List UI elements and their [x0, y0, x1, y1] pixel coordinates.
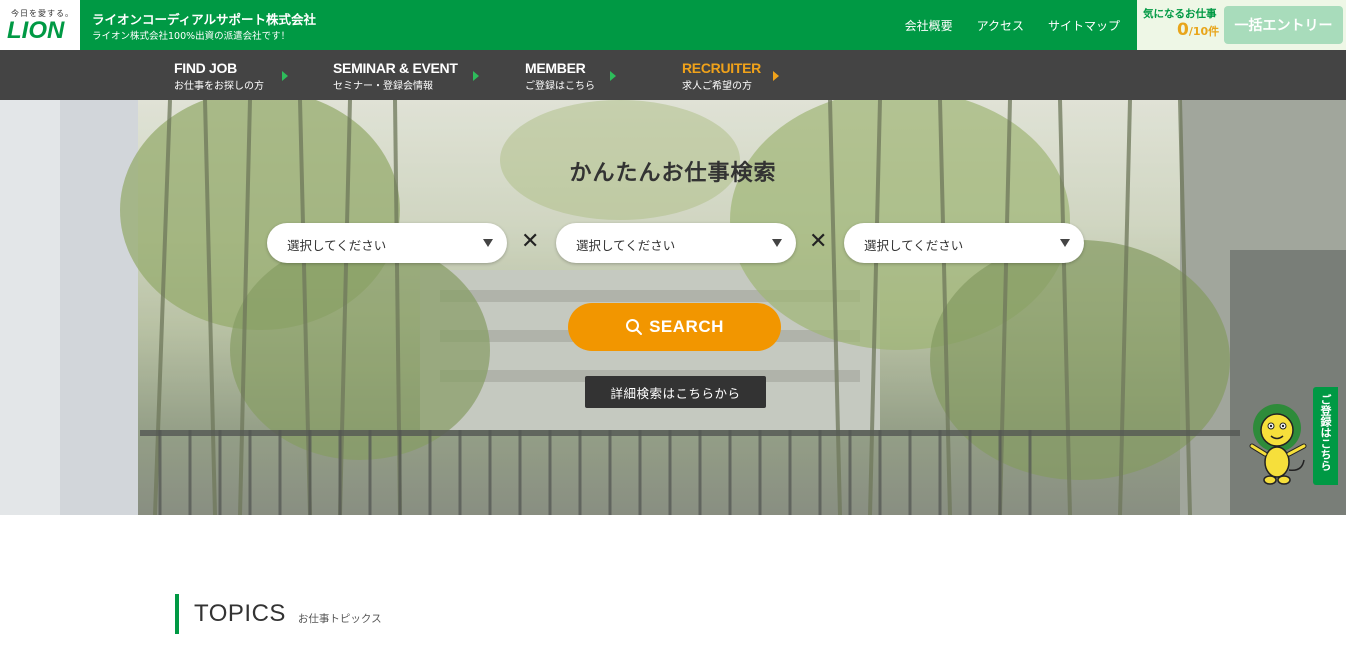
search-select-1[interactable]: 選択してください	[267, 223, 507, 263]
company-subtitle: ライオン株式会社100%出資の派遣会社です！	[92, 31, 291, 42]
nav-arrow-icon	[282, 71, 288, 81]
select-value: 選択してください	[287, 238, 387, 253]
lion-mascot-icon[interactable]	[1246, 400, 1312, 488]
topics-subtitle: お仕事トピックス	[297, 612, 382, 625]
search-button[interactable]: SEARCH	[568, 303, 781, 351]
detailed-search-button[interactable]: 詳細検索はこちらから	[585, 376, 766, 408]
select-value: 選択してください	[576, 238, 676, 253]
quick-search-title: かんたんお仕事検索	[569, 161, 777, 186]
nav-item-en: RECRUITER	[682, 60, 761, 76]
nav-item-jp: ご登録はこちら	[525, 81, 595, 92]
nav-item-en: FIND JOB	[174, 60, 237, 76]
search-select-3[interactable]: 選択してください	[844, 223, 1084, 263]
times-icon: ✕	[809, 229, 828, 254]
nav-item-find-job[interactable]: FIND JOB お仕事をお探しの方	[174, 60, 288, 92]
bulk-entry-button[interactable]: 一括エントリー	[1224, 6, 1343, 44]
favorites-count-max: /10件	[1188, 25, 1220, 38]
favorites-label[interactable]: 気になるお仕事	[1143, 6, 1217, 21]
logo-wordmark: LION	[7, 17, 65, 44]
header-links: 会社概要 アクセス サイトマップ	[905, 17, 1120, 34]
nav-arrow-icon	[773, 71, 779, 81]
search-button-label: SEARCH	[649, 317, 724, 336]
caret-down-icon	[772, 239, 782, 247]
caret-down-icon	[1060, 239, 1070, 247]
site-header: 今日を愛する。 LION ライオンコーディアルサポート株式会社 ライオン株式会社…	[0, 0, 1346, 50]
register-tab-label: ご登録はこちら	[1319, 394, 1332, 471]
nav-item-seminar-event[interactable]: SEMINAR & EVENT セミナー・登録会情報	[333, 60, 479, 92]
global-nav: FIND JOB お仕事をお探しの方 SEMINAR & EVENT セミナー・…	[0, 50, 1346, 100]
favorites-count-value: 0	[1177, 20, 1189, 40]
nav-arrow-icon	[473, 71, 479, 81]
favorites-panel: 気になるお仕事 0/10件 一括エントリー	[1137, 0, 1346, 50]
link-sitemap[interactable]: サイトマップ	[1048, 17, 1120, 34]
nav-item-recruiter[interactable]: RECRUITER 求人ご希望の方	[682, 60, 779, 92]
nav-item-en: SEMINAR & EVENT	[333, 60, 458, 76]
link-access[interactable]: アクセス	[977, 17, 1024, 34]
search-icon	[626, 319, 643, 335]
nav-item-jp: 求人ご希望の方	[682, 81, 752, 92]
link-company-overview[interactable]: 会社概要	[905, 17, 953, 34]
topics-heading: TOPICS お仕事トピックス	[175, 594, 382, 634]
topics-title: TOPICS	[194, 600, 286, 627]
nav-item-jp: お仕事をお探しの方	[174, 81, 264, 92]
nav-item-jp: セミナー・登録会情報	[333, 81, 433, 92]
nav-item-en: MEMBER	[525, 60, 586, 76]
register-tab[interactable]: ご登録はこちら	[1313, 387, 1338, 485]
company-name[interactable]: ライオンコーディアルサポート株式会社	[92, 9, 316, 28]
caret-down-icon	[483, 239, 493, 247]
lion-logo[interactable]: 今日を愛する。 LION	[0, 0, 80, 50]
nav-arrow-icon	[610, 71, 616, 81]
hero-search-section: かんたんお仕事検索 選択してください ✕ 選択してください ✕ 選択してください…	[0, 100, 1346, 515]
select-value: 選択してください	[864, 238, 964, 253]
favorites-count: 0/10件	[1177, 20, 1219, 40]
search-select-2[interactable]: 選択してください	[556, 223, 796, 263]
nav-item-member[interactable]: MEMBER ご登録はこちら	[525, 60, 616, 92]
times-icon: ✕	[521, 229, 540, 254]
